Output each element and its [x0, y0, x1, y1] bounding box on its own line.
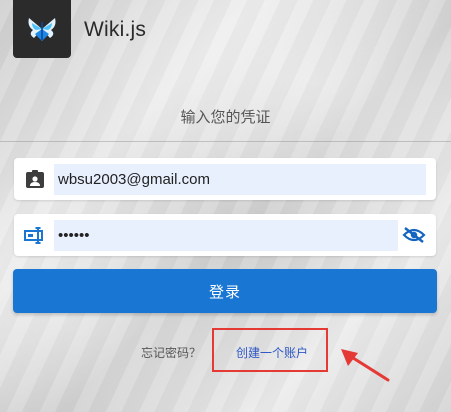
contact-card-icon	[26, 170, 44, 188]
login-subtitle: 输入您的凭证	[180, 109, 271, 126]
login-button[interactable]: 登录	[13, 269, 437, 313]
email-input[interactable]	[54, 164, 426, 195]
butterfly-logo	[28, 18, 56, 41]
app-title: Wiki.js	[84, 18, 147, 41]
eye-off-icon[interactable]	[402, 226, 426, 244]
forgot-password-link[interactable]: 忘记密码？	[141, 344, 201, 361]
email-field	[14, 158, 436, 200]
password-input[interactable]	[54, 220, 398, 251]
login-page: Wiki.js 输入您的凭证 登录 忘记密码？ 创建一个账户	[0, 0, 451, 412]
wikijs-logo-icon	[13, 0, 71, 58]
password-input-icon	[24, 227, 43, 244]
header-divider	[0, 141, 451, 142]
create-account-link[interactable]: 创建一个账户	[236, 344, 308, 361]
red-arrow-icon	[341, 349, 390, 382]
password-field	[14, 214, 436, 256]
